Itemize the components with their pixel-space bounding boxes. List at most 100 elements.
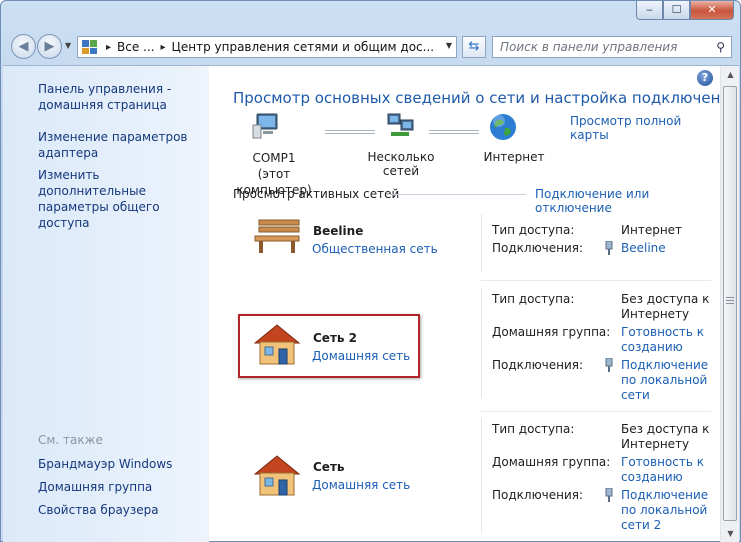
homegroup-ready-line2[interactable]: созданию bbox=[621, 470, 716, 485]
active-networks-heading: Просмотр активных сетей bbox=[233, 187, 400, 201]
access-type-value-line1: Без доступа к bbox=[621, 422, 710, 436]
network-type-link-beeline[interactable]: Общественная сеть bbox=[312, 242, 438, 256]
maximize-button[interactable]: ☐ bbox=[663, 1, 690, 20]
search-icon[interactable]: ⚲ bbox=[716, 40, 725, 54]
scroll-grip bbox=[726, 297, 734, 298]
see-also-heading: См. также bbox=[38, 433, 103, 447]
connection-link-lan-line1[interactable]: Подключение bbox=[621, 358, 716, 373]
breadcrumb-separator-icon[interactable]: ▸ bbox=[106, 42, 111, 53]
homegroup-ready-line1[interactable]: Готовность к bbox=[621, 325, 716, 340]
recent-pages-dropdown[interactable]: ▼ bbox=[65, 41, 71, 50]
sidebar-link-sharing[interactable]: Изменить дополнительные параметры общего… bbox=[38, 167, 209, 231]
adapter-plug-icon bbox=[605, 357, 613, 372]
row-divider bbox=[481, 411, 711, 412]
close-button[interactable]: ✕ bbox=[690, 1, 734, 20]
breadcrumb-network-center[interactable]: Центр управления сетями и общим дос... bbox=[172, 40, 435, 54]
row-divider bbox=[481, 280, 711, 281]
access-type-value-line2: Интернету bbox=[621, 307, 690, 321]
breadcrumb-separator-icon[interactable]: ▸ bbox=[161, 42, 166, 53]
column-divider bbox=[481, 288, 482, 398]
homegroup-ready-link[interactable]: Готовность к созданию bbox=[621, 325, 716, 355]
address-bar[interactable]: ▸ Все ... ▸ Центр управления сетями и об… bbox=[77, 36, 457, 58]
control-panel-icon bbox=[82, 40, 100, 54]
sidebar-link-sharing-line1[interactable]: Изменить дополнительные bbox=[38, 167, 209, 199]
computer-icon bbox=[251, 112, 281, 140]
help-icon[interactable]: ? bbox=[697, 70, 713, 86]
connection-link-lan-line2[interactable]: по локальной bbox=[621, 373, 716, 388]
main-panel: ? Просмотр основных сведений о сети и на… bbox=[209, 66, 740, 542]
scroll-grip bbox=[726, 303, 734, 304]
globe-icon bbox=[488, 112, 518, 142]
homegroup-ready-link[interactable]: Готовность к созданию bbox=[621, 455, 716, 485]
page-title: Просмотр основных сведений о сети и наст… bbox=[233, 89, 740, 107]
column-divider bbox=[481, 214, 482, 272]
access-type-label: Тип доступа: bbox=[492, 223, 575, 237]
connection-link-lan[interactable]: Подключение по локальной сети bbox=[621, 358, 716, 403]
homegroup-label: Домашняя группа: bbox=[492, 325, 611, 339]
back-button[interactable]: ◀ bbox=[11, 34, 36, 59]
address-dropdown-icon[interactable]: ▼ bbox=[446, 41, 452, 50]
computer-name: COMP1 bbox=[252, 151, 296, 165]
connections-label: Подключения: bbox=[492, 358, 584, 372]
vertical-scrollbar[interactable]: ▲ ▼ bbox=[720, 66, 739, 542]
sidebar-link-firewall[interactable]: Брандмауэр Windows bbox=[38, 456, 172, 472]
network-type-link-set2[interactable]: Домашняя сеть bbox=[312, 349, 410, 363]
sidebar-link-sharing-line2[interactable]: параметры общего доступа bbox=[38, 199, 209, 231]
minimize-button[interactable]: ‒ bbox=[636, 1, 663, 20]
search-input[interactable]: Поиск в панели управления bbox=[500, 40, 677, 54]
connections-label: Подключения: bbox=[492, 241, 584, 255]
map-connection-line bbox=[429, 130, 479, 134]
access-type-label: Тип доступа: bbox=[492, 292, 575, 306]
breadcrumb-all[interactable]: Все ... bbox=[117, 40, 154, 54]
home-network-house-icon bbox=[251, 452, 303, 498]
sidebar-link-adapter-line1[interactable]: Изменение параметров bbox=[38, 129, 188, 145]
arrow-left-icon: ◀ bbox=[18, 39, 29, 54]
connections-label: Подключения: bbox=[492, 488, 584, 502]
content-area: Панель управления - домашняя страница Из… bbox=[3, 65, 740, 542]
full-map-link[interactable]: Просмотр полной карты bbox=[570, 114, 720, 142]
section-divider bbox=[386, 194, 526, 195]
network-name-beeline: Beeline bbox=[313, 224, 364, 238]
forward-button[interactable]: ▶ bbox=[37, 34, 62, 59]
adapter-plug-icon bbox=[605, 240, 613, 255]
access-type-value: Без доступа к Интернету bbox=[621, 292, 716, 322]
network-type-link-set[interactable]: Домашняя сеть bbox=[312, 478, 410, 492]
sidebar-link-browser[interactable]: Свойства браузера bbox=[38, 502, 159, 518]
sidebar-link-adapter-line2[interactable]: адаптера bbox=[38, 145, 188, 161]
homegroup-ready-line2[interactable]: созданию bbox=[621, 340, 716, 355]
connection-link-beeline[interactable]: Beeline bbox=[621, 241, 716, 256]
access-type-label: Тип доступа: bbox=[492, 422, 575, 436]
sidebar-link-home-line1[interactable]: Панель управления - bbox=[38, 81, 171, 97]
connection-link-lan2[interactable]: Подключение по локальной сети 2 bbox=[621, 488, 716, 533]
homegroup-label: Домашняя группа: bbox=[492, 455, 611, 469]
connection-link-lan-line3[interactable]: сети bbox=[621, 388, 716, 403]
homegroup-ready-line1[interactable]: Готовность к bbox=[621, 455, 716, 470]
node-internet-label: Интернет bbox=[483, 150, 545, 164]
refresh-button[interactable]: ⇆ bbox=[462, 36, 486, 58]
sidebar-link-homegroup[interactable]: Домашняя группа bbox=[38, 479, 152, 495]
scroll-up-arrow-icon[interactable]: ▲ bbox=[721, 66, 740, 83]
scroll-thumb[interactable] bbox=[723, 86, 737, 521]
connection-link-lan2-line2[interactable]: по локальной bbox=[621, 503, 716, 518]
sidebar-link-adapter[interactable]: Изменение параметров адаптера bbox=[38, 129, 188, 161]
network-name-set: Сеть bbox=[313, 460, 345, 474]
connect-disconnect-link[interactable]: Подключение или отключение bbox=[535, 187, 720, 215]
network-icon bbox=[385, 112, 415, 140]
arrow-right-icon: ▶ bbox=[44, 39, 55, 54]
column-divider bbox=[481, 418, 482, 533]
access-type-value-line2: Интернету bbox=[621, 437, 690, 451]
connection-link-lan2-line1[interactable]: Подключение bbox=[621, 488, 716, 503]
sidebar-link-home-line2[interactable]: домашняя страница bbox=[38, 97, 171, 113]
caption-buttons: ‒ ☐ ✕ bbox=[636, 1, 734, 20]
connection-link-lan2-line3[interactable]: сети 2 bbox=[621, 518, 716, 533]
public-network-bench-icon bbox=[253, 216, 303, 256]
window-frame: ‒ ☐ ✕ ◀ ▶ ▼ ▸ Все ... ▸ Центр управления… bbox=[0, 0, 741, 542]
scroll-grip bbox=[726, 300, 734, 301]
node-networks-label: Несколько сетей bbox=[367, 150, 435, 178]
search-box[interactable]: Поиск в панели управления ⚲ bbox=[492, 36, 732, 58]
home-network-house-icon bbox=[251, 321, 303, 367]
sidebar-link-home[interactable]: Панель управления - домашняя страница bbox=[38, 81, 171, 113]
scroll-down-arrow-icon[interactable]: ▼ bbox=[721, 525, 740, 542]
navigation-bar: ◀ ▶ ▼ ▸ Все ... ▸ Центр управления сетям… bbox=[1, 31, 741, 63]
access-type-value: Без доступа к Интернету bbox=[621, 422, 716, 452]
